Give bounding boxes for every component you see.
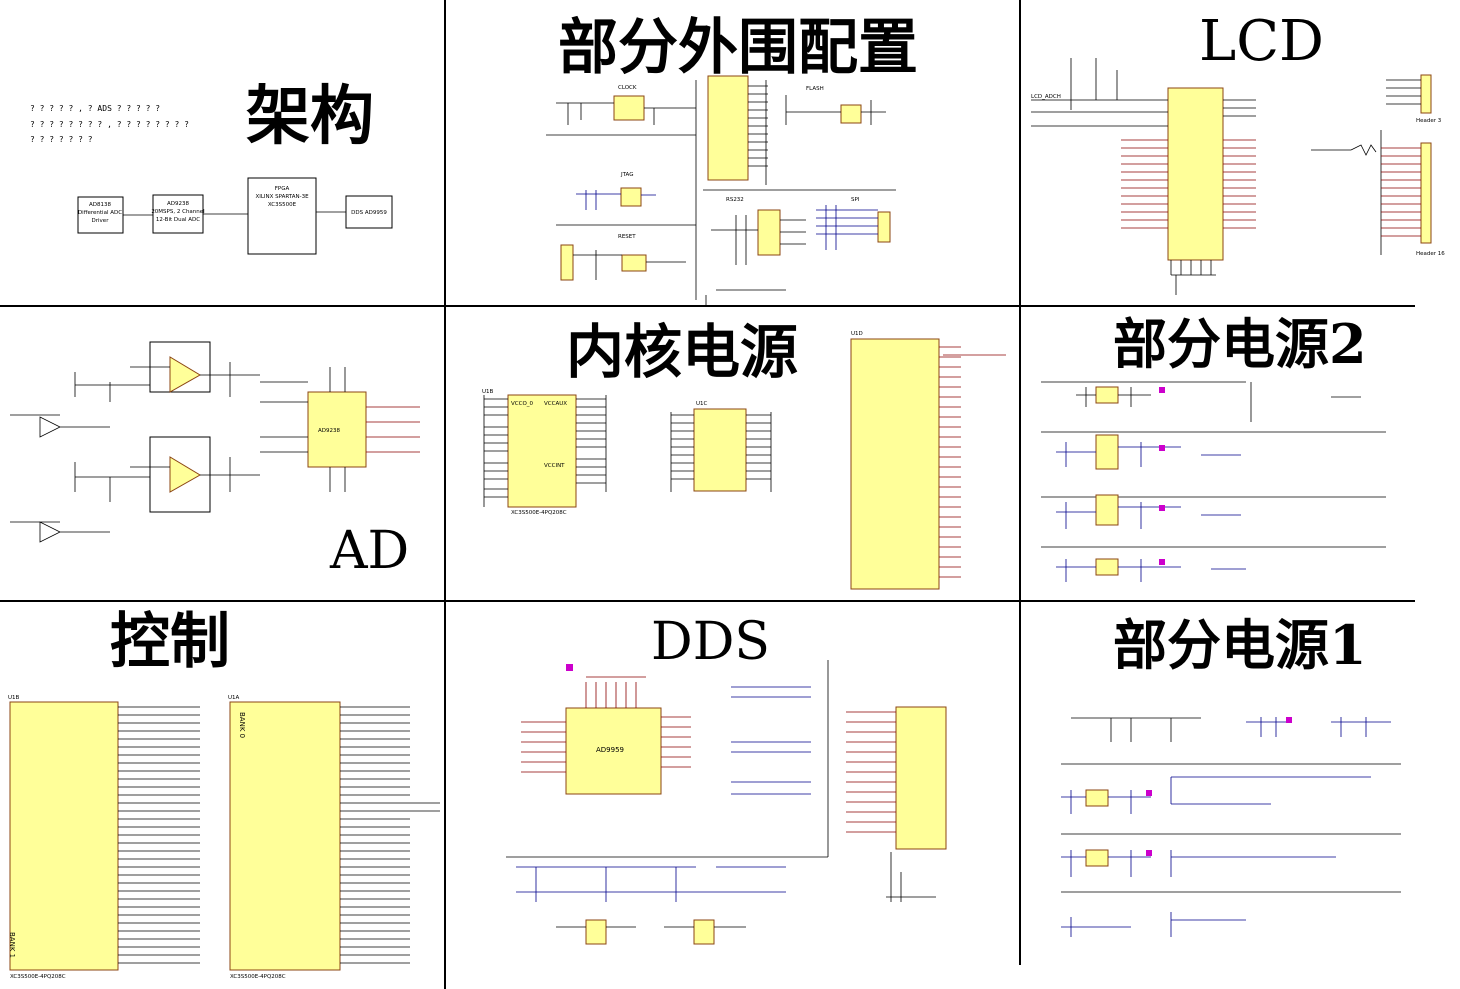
block-name: FPGA (275, 186, 290, 192)
svg-text:RESET: RESET (618, 234, 636, 240)
svg-text:XC3S500E-4PQ208C: XC3S500E-4PQ208C (10, 974, 66, 980)
panel-power1: 部分电源1 (1021, 602, 1460, 989)
panel-power2: 部分电源2 (1021, 307, 1460, 600)
schematic-sheet: 架构 ? ? ? ? ? , ? ADS ? ? ? ? ? ? ? ? ? ?… (0, 0, 1460, 989)
panel-ad: AD AD9238 (0, 307, 444, 600)
svg-text:FLASH: FLASH (806, 86, 824, 92)
block-line3: 12-Bit Dual ADC (156, 217, 200, 223)
ad-schematic: AD9238 (10, 341, 420, 543)
svg-text:Header 3: Header 3 (1416, 118, 1442, 124)
svg-text:RS232: RS232 (726, 197, 744, 203)
power1-schematic (1061, 717, 1401, 937)
svg-text:U1B: U1B (8, 695, 20, 701)
panel-dds: DDS AD9959 (446, 602, 1019, 989)
svg-text:CLOCK: CLOCK (618, 85, 637, 91)
dds-schematic: AD9959 (506, 660, 947, 945)
block-line2: Differential ADC (78, 210, 122, 216)
svg-text:JTAG: JTAG (620, 172, 633, 178)
svg-text:AD9238: AD9238 (318, 428, 340, 434)
block-name: AD8138 (89, 202, 111, 208)
block-line2: 20MSPS, 2 Channel (151, 209, 205, 215)
panel-core-power: 内核电源 U1B VCCO_0 VCCAUX VCCINT XC3S500E-4… (446, 307, 1019, 600)
panel-lcd: LCD LCD_ADCH Header 3 Header 16 (1021, 0, 1460, 305)
svg-text:LCD_ADCH: LCD_ADCH (1031, 94, 1061, 100)
core-power-schematic: U1B VCCO_0 VCCAUX VCCINT XC3S500E-4PQ208… (482, 331, 1006, 590)
panel-peripheral: 部分外围配置 CLOCK FLASH JTAG RESET RS232 SPI (446, 0, 1019, 305)
svg-text:VCCO_0: VCCO_0 (511, 401, 534, 407)
svg-text:VCCINT: VCCINT (544, 463, 565, 469)
block-line3: XC3S500E (268, 202, 297, 208)
svg-text:BANK 0: BANK 0 (238, 712, 246, 738)
svg-text:U1C: U1C (696, 401, 708, 407)
power2-schematic (1041, 381, 1386, 582)
svg-text:XC3S500E-4PQ208C: XC3S500E-4PQ208C (230, 974, 286, 980)
svg-text:BANK 1: BANK 1 (8, 932, 16, 958)
lcd-schematic: LCD_ADCH Header 3 Header 16 (1031, 58, 1445, 295)
block-name: DDS AD9959 (351, 210, 387, 216)
panel-architecture: 架构 ? ? ? ? ? , ? ADS ? ? ? ? ? ? ? ? ? ?… (0, 0, 444, 305)
architecture-block-diagram: AD8138 Differential ADC Driver AD9238 20… (77, 177, 393, 255)
svg-text:Header 16: Header 16 (1416, 251, 1445, 257)
svg-text:AD9959: AD9959 (596, 746, 624, 754)
svg-text:U1D: U1D (851, 331, 863, 337)
block-line2: XILINX SPARTAN-3E (255, 194, 309, 200)
peripheral-schematic: CLOCK FLASH JTAG RESET RS232 SPI (546, 75, 896, 305)
svg-text:SPI: SPI (851, 197, 860, 203)
svg-text:U1A: U1A (228, 695, 240, 701)
control-schematic: U1B XC3S500E-4PQ208C BANK 1 U1A XC3S500E… (8, 695, 440, 980)
svg-text:XC3S500E-4PQ208C: XC3S500E-4PQ208C (511, 510, 567, 516)
panel-control: 控制 U1B XC3S500E-4PQ208C BANK 1 U1A XC3S5… (0, 602, 444, 989)
svg-text:U1B: U1B (482, 389, 494, 395)
svg-text:VCCAUX: VCCAUX (544, 401, 567, 407)
block-line3: Driver (92, 218, 110, 224)
block-name: AD9238 (167, 201, 189, 207)
